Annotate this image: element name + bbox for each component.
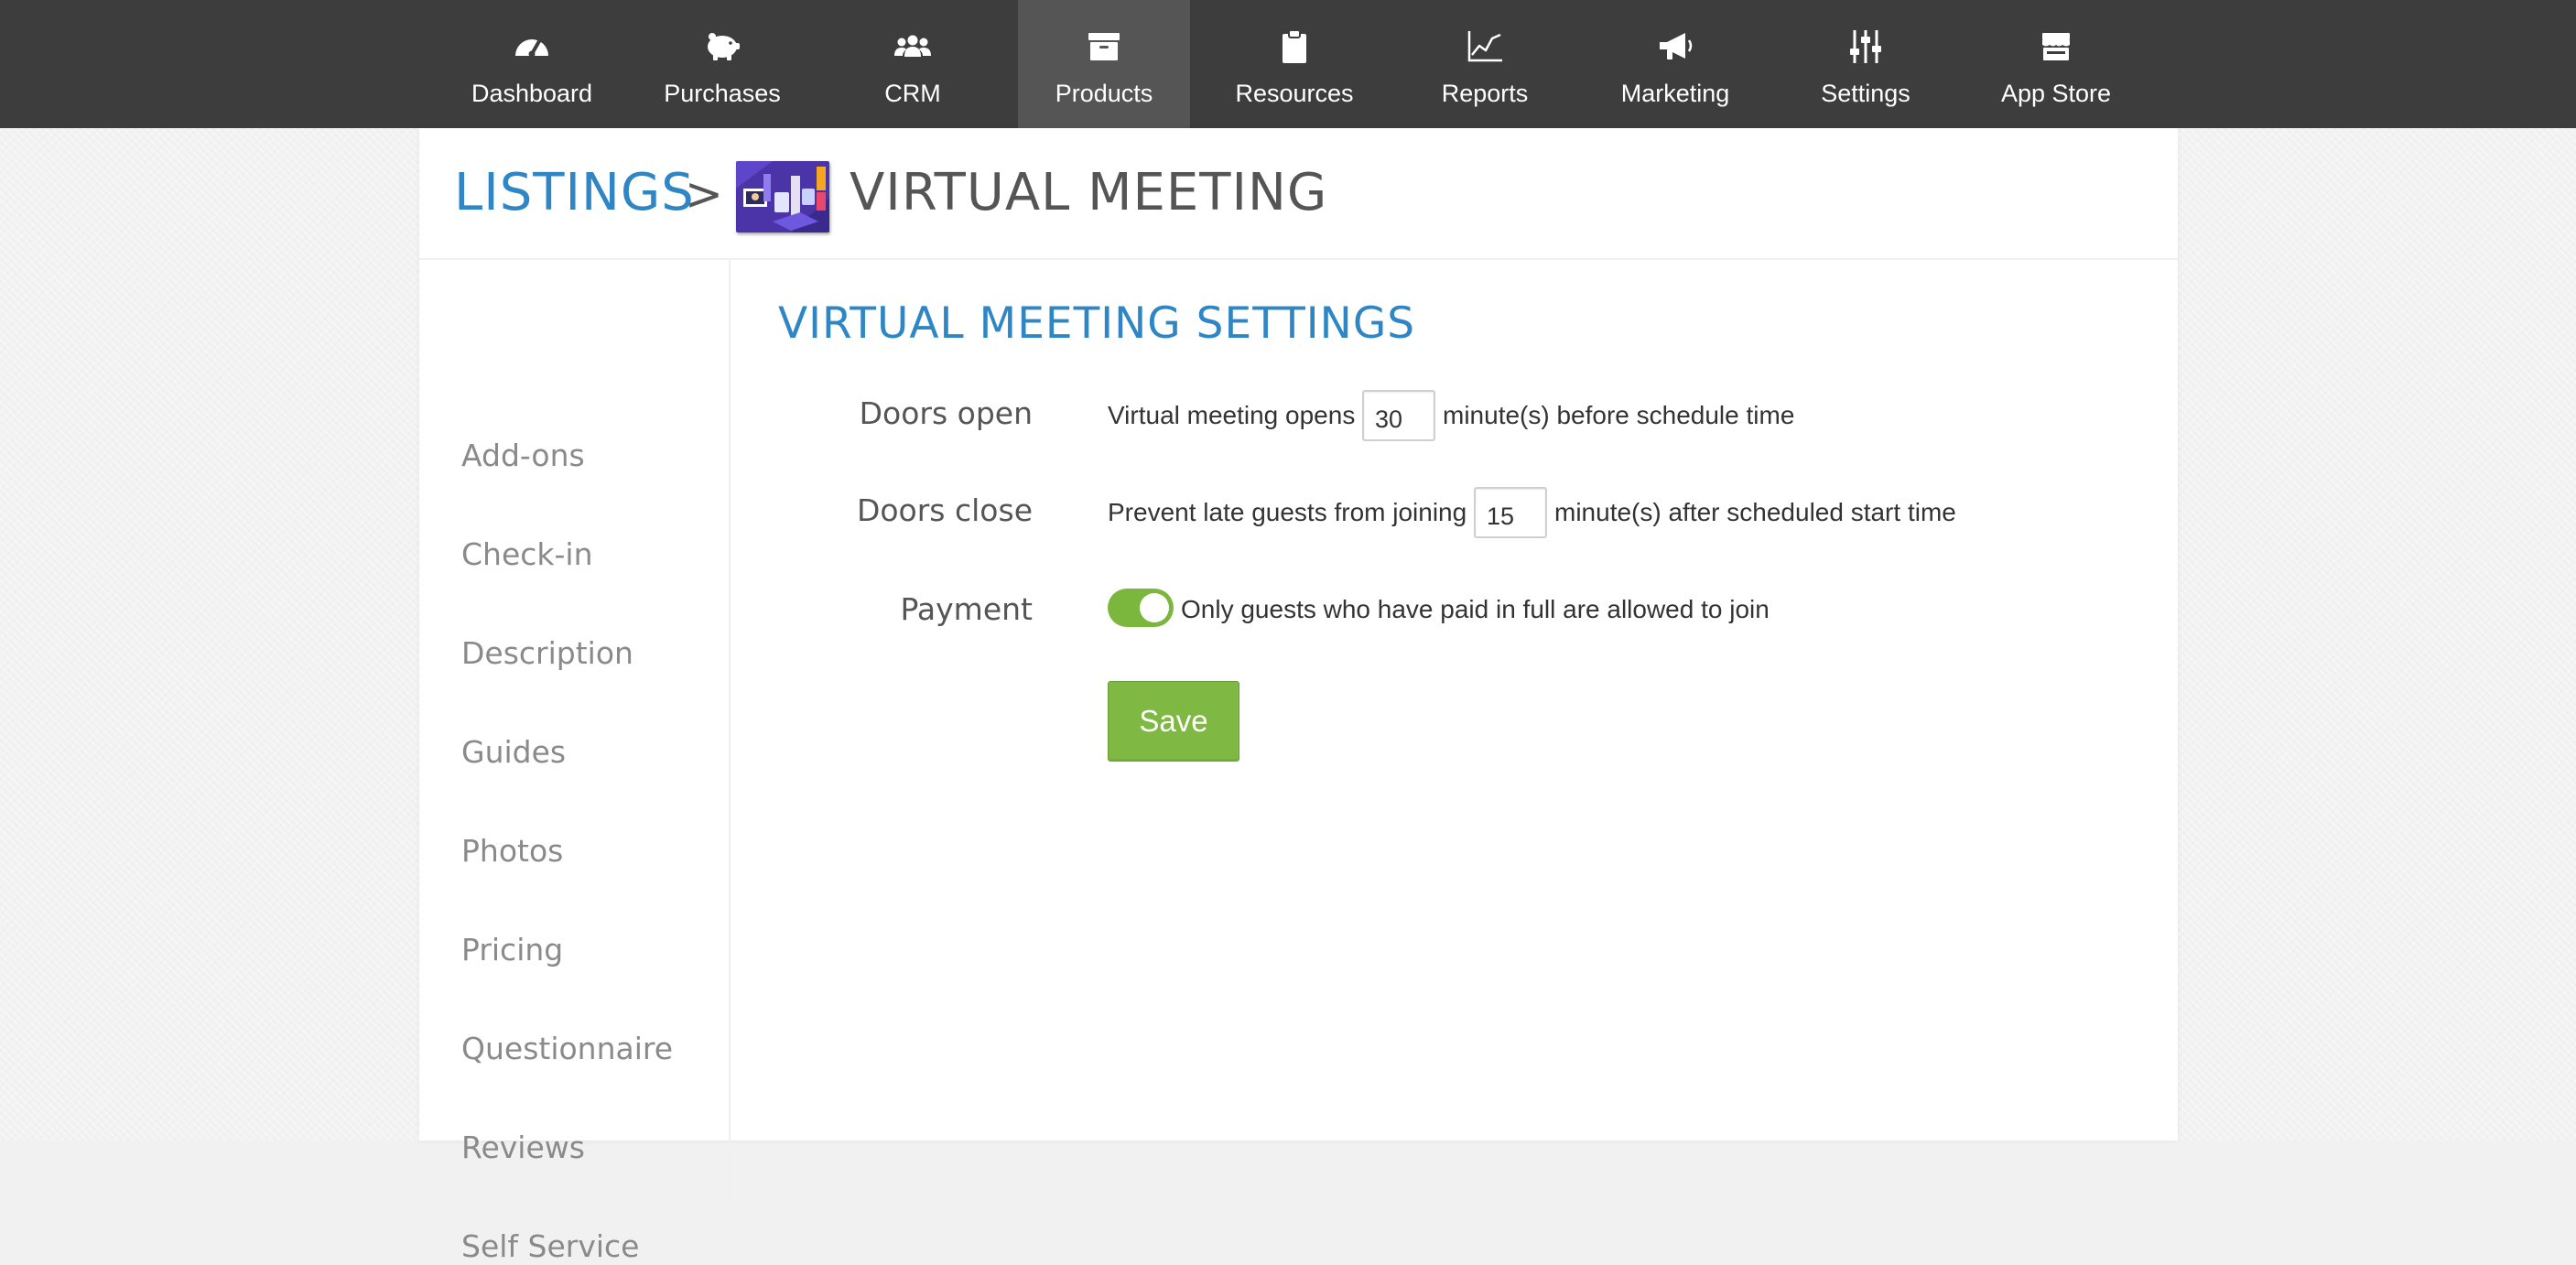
- dashboard-gauge-icon: [511, 26, 553, 68]
- doors-close-label: Doors close: [856, 492, 1033, 528]
- nav-item-crm[interactable]: CRM: [827, 0, 999, 128]
- settings-section-title: VIRTUAL MEETING SETTINGS: [778, 298, 1416, 349]
- payment-toggle[interactable]: [1108, 589, 1174, 627]
- archive-box-icon: [1083, 26, 1125, 68]
- nav-label: Dashboard: [471, 80, 593, 107]
- page-title: VIRTUAL MEETING: [850, 163, 1328, 222]
- nav-label: Reports: [1441, 80, 1529, 107]
- doors-open-label: Doors open: [859, 395, 1033, 431]
- save-button[interactable]: Save: [1108, 681, 1239, 762]
- nav-label: CRM: [884, 80, 941, 107]
- store-icon: [2035, 26, 2077, 68]
- doors-open-minutes-input[interactable]: [1362, 390, 1435, 441]
- breadcrumb-listings-link[interactable]: LISTINGS: [454, 161, 695, 225]
- nav-item-app-store[interactable]: App Store: [1970, 0, 2142, 128]
- doors-close-suffix: minute(s) after scheduled start time: [1554, 498, 1956, 526]
- listing-thumbnail: [736, 161, 829, 232]
- sidebar-item-pricing[interactable]: Pricing: [461, 932, 563, 968]
- nav-label: Resources: [1235, 80, 1354, 107]
- sidebar: Add-ons Check-in Description Guides Phot…: [419, 260, 731, 1264]
- doors-close-prefix: Prevent late guests from joining: [1108, 498, 1467, 526]
- top-navigation: Dashboard Purchases CRM Products Resourc…: [0, 0, 2576, 128]
- sidebar-item-description[interactable]: Description: [461, 635, 633, 672]
- nav-item-purchases[interactable]: Purchases: [636, 0, 808, 128]
- nav-item-marketing[interactable]: Marketing: [1589, 0, 1761, 128]
- sidebar-item-add-ons[interactable]: Add-ons: [461, 438, 585, 474]
- piggy-bank-icon: [701, 26, 743, 68]
- sidebar-item-reviews[interactable]: Reviews: [461, 1130, 585, 1166]
- page-header: LISTINGS > VIRTUAL MEETING: [419, 128, 2178, 260]
- sidebar-item-self-service[interactable]: Self Service: [461, 1228, 640, 1265]
- nav-label: Products: [1055, 80, 1153, 107]
- payment-label: Payment: [900, 591, 1033, 627]
- sidebar-item-questionnaire[interactable]: Questionnaire: [461, 1031, 673, 1067]
- doors-open-prefix: Virtual meeting opens: [1108, 401, 1356, 429]
- doors-close-minutes-input[interactable]: [1474, 487, 1547, 538]
- nav-label: App Store: [2000, 80, 2112, 107]
- megaphone-icon: [1654, 26, 1696, 68]
- users-group-icon: [892, 26, 934, 68]
- sliders-icon: [1845, 26, 1887, 68]
- toggle-knob: [1140, 593, 1169, 622]
- payment-description: Only guests who have paid in full are al…: [1181, 595, 1770, 623]
- sidebar-item-photos[interactable]: Photos: [461, 833, 563, 870]
- line-chart-icon: [1464, 26, 1506, 68]
- nav-label: Marketing: [1620, 80, 1730, 107]
- nav-item-settings[interactable]: Settings: [1780, 0, 1952, 128]
- nav-label: Purchases: [664, 80, 781, 107]
- sidebar-item-guides[interactable]: Guides: [461, 734, 566, 771]
- nav-item-resources[interactable]: Resources: [1208, 0, 1380, 128]
- breadcrumb-separator: >: [685, 168, 723, 221]
- nav-label: Settings: [1821, 80, 1910, 107]
- sidebar-item-check-in[interactable]: Check-in: [461, 536, 593, 573]
- main-card: LISTINGS > VIRTUAL MEETING Add-ons Check…: [419, 128, 2178, 1264]
- clipboard-icon: [1273, 26, 1315, 68]
- nav-item-reports[interactable]: Reports: [1399, 0, 1571, 128]
- nav-item-products[interactable]: Products: [1018, 0, 1190, 128]
- doors-open-suffix: minute(s) before schedule time: [1443, 401, 1795, 429]
- nav-item-dashboard[interactable]: Dashboard: [446, 0, 618, 128]
